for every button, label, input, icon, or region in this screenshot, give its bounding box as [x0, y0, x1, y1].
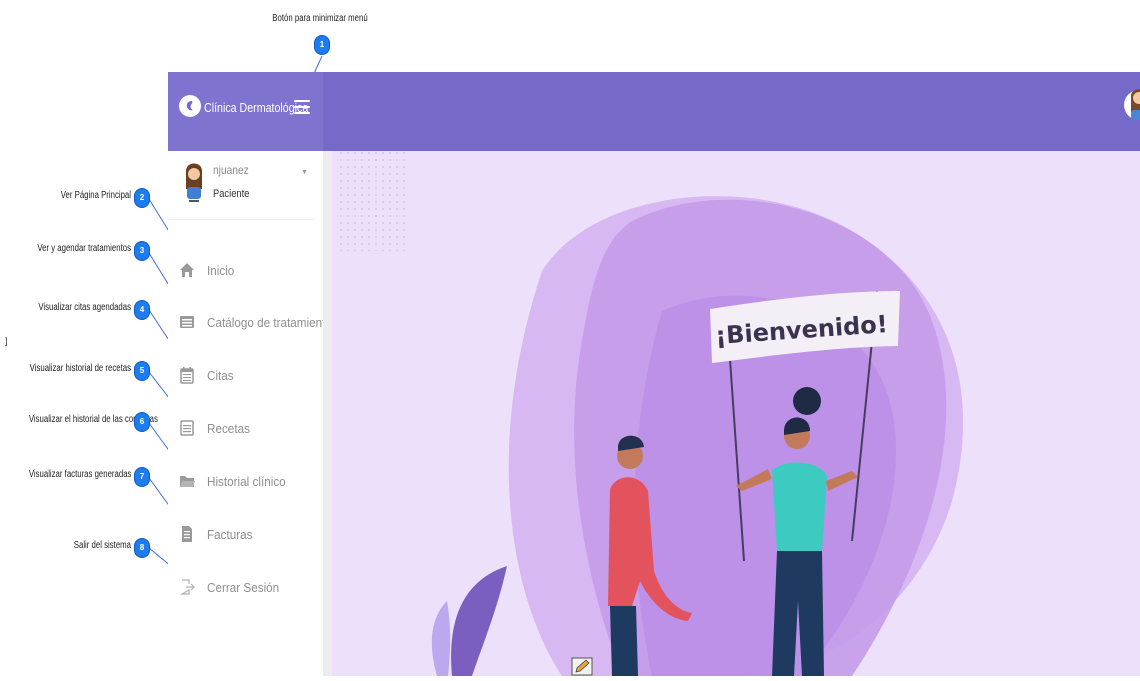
clinic-logo-icon [179, 95, 201, 117]
user-panel[interactable]: njuanez Paciente ▼ [168, 151, 315, 220]
annotation-badge-2: 2 [135, 189, 149, 207]
edit-pencil-icon[interactable] [571, 657, 593, 676]
document-icon [180, 420, 194, 436]
sidebar: njuanez Paciente ▼ Inicio Catálogo de tr… [168, 151, 338, 676]
annotation-badge-4: 4 [135, 301, 149, 319]
sidebar-item-facturas[interactable]: Facturas [168, 515, 323, 555]
sidebar-edge [323, 151, 332, 676]
main-content: ¡Bienvenido! [332, 151, 1140, 676]
welcome-illustration: ¡Bienvenido! [336, 151, 964, 676]
menu-toggle-button[interactable] [294, 100, 310, 114]
annotation-text-4: Visualizar citas agendadas [38, 302, 131, 313]
user-avatar [186, 163, 202, 202]
user-role: Paciente [213, 188, 250, 200]
sidebar-item-citas[interactable]: Citas [168, 356, 323, 396]
sidebar-item-label: Catálogo de tratamientos [207, 315, 338, 330]
annotation-text-5: Visualizar historial de recetas [29, 363, 132, 374]
annotation-text-6: Visualizar el historial de las consultas [28, 414, 158, 425]
invoice-icon [182, 526, 192, 542]
logout-icon [179, 579, 195, 595]
sidebar-item-label: Historial clínico [207, 474, 286, 489]
list-icon [180, 316, 194, 328]
annotation-badge-1: 1 [315, 36, 329, 54]
sidebar-item-label: Facturas [207, 527, 253, 542]
calendar-icon [180, 367, 194, 384]
sidebar-item-label: Cerrar Sesión [207, 580, 280, 595]
stray-mark: ] [5, 336, 8, 346]
folder-icon [180, 476, 195, 487]
home-icon [180, 263, 194, 277]
annotation-text-7: Visualizar facturas generadas [28, 469, 132, 480]
sidebar-item-historial[interactable]: Historial clínico [168, 462, 323, 502]
sidebar-item-recetas[interactable]: Recetas [168, 409, 323, 449]
annotation-text-3: Ver y agendar tratamientos [37, 243, 132, 254]
annotation-badge-3: 3 [135, 242, 149, 260]
annotation-badge-5: 5 [135, 362, 149, 380]
caret-down-icon[interactable]: ▼ [301, 169, 308, 176]
sidebar-item-label: Inicio [207, 263, 235, 278]
sidebar-item-inicio[interactable]: Inicio [168, 251, 323, 291]
sidebar-item-label: Recetas [207, 421, 250, 436]
hamburger-icon [294, 100, 310, 102]
sidebar-item-cerrar-sesion[interactable]: Cerrar Sesión [168, 568, 323, 608]
annotation-badge-8: 8 [135, 539, 149, 557]
annotation-badge-6: 6 [135, 413, 149, 431]
annotation-minimize-menu: Botón para minimizar menú [272, 13, 368, 24]
annotation-text-2: Ver Página Principal [60, 190, 131, 201]
user-name: njuanez [213, 163, 249, 177]
annotation-badge-7: 7 [135, 468, 149, 486]
brand-area: Clínica Dermatológica [168, 72, 323, 151]
sidebar-item-catalogo[interactable]: Catálogo de tratamientos [168, 303, 338, 343]
brand-name: Clínica Dermatológica [204, 100, 309, 115]
header-avatar[interactable] [1124, 82, 1140, 128]
sidebar-item-label: Citas [207, 368, 234, 383]
annotation-text-8: Salir del sistema [73, 540, 131, 551]
